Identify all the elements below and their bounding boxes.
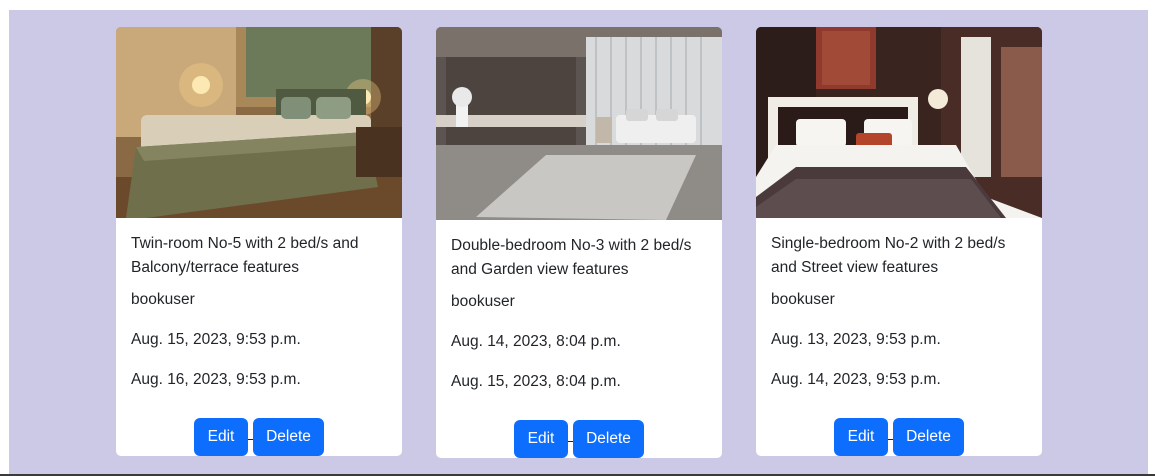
room-image [116,27,402,218]
booking-actions: Edit Delete [756,418,1042,456]
check-out-date: Aug. 14, 2023, 9:53 p.m. [771,371,941,388]
check-out-date: Aug. 16, 2023, 9:53 p.m. [131,371,301,388]
edit-button[interactable]: Edit [834,418,888,456]
booking-user: bookuser [131,291,195,308]
edit-button[interactable]: Edit [514,420,568,458]
room-title: Single-bedroom No-2 with 2 bed/s and Str… [771,235,1006,276]
room-image [436,27,722,220]
booking-card: Twin-room No-5 with 2 bed/s and Balcony/… [116,27,402,456]
booking-user: bookuser [771,291,835,308]
edit-button[interactable]: Edit [194,418,248,456]
booking-actions: Edit Delete [116,418,402,456]
room-title: Twin-room No-5 with 2 bed/s and Balcony/… [131,235,359,276]
check-out-date: Aug. 15, 2023, 8:04 p.m. [451,373,621,390]
check-in-date: Aug. 15, 2023, 9:53 p.m. [131,331,301,348]
check-in-date: Aug. 14, 2023, 8:04 p.m. [451,333,621,350]
delete-button[interactable]: Delete [893,418,964,456]
check-in-date: Aug. 13, 2023, 9:53 p.m. [771,331,941,348]
delete-button[interactable]: Delete [573,420,644,458]
delete-button[interactable]: Delete [253,418,324,456]
room-image [756,27,1042,218]
room-title: Double-bedroom No-3 with 2 bed/s and Gar… [451,237,692,278]
booking-user: bookuser [451,293,515,310]
booking-card: Single-bedroom No-2 with 2 bed/s and Str… [756,27,1042,456]
booking-card: Double-bedroom No-3 with 2 bed/s and Gar… [436,27,722,458]
booking-actions: Edit Delete [436,420,722,458]
